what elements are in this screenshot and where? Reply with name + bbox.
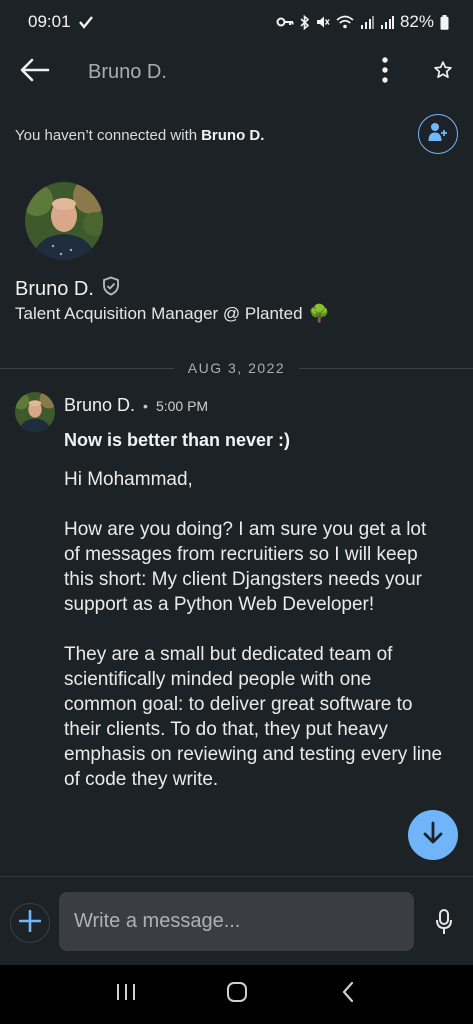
recent-apps-icon <box>115 983 137 1006</box>
recent-apps-button[interactable] <box>101 975 151 1015</box>
microphone-icon <box>435 908 453 940</box>
message-paragraph: They are a small but dedicated team of s… <box>64 644 443 790</box>
profile-headline-text: Talent Acquisition Manager @ Planted <box>15 304 303 323</box>
connect-banner-name: Bruno D. <box>201 126 265 144</box>
profile-avatar[interactable] <box>25 182 103 260</box>
signal-icon <box>380 15 394 29</box>
key-icon <box>276 16 294 28</box>
signal-icon <box>360 15 374 29</box>
status-bar: 09:01 82% <box>0 0 473 44</box>
more-options-button[interactable] <box>368 52 402 92</box>
profile-name[interactable]: Bruno D. <box>15 278 94 301</box>
message-sender-name[interactable]: Bruno D. <box>64 395 135 416</box>
scroll-to-bottom-button[interactable] <box>408 810 458 860</box>
status-time: 09:01 <box>28 12 71 31</box>
message-composer <box>0 876 473 965</box>
message-separator: • <box>143 397 148 414</box>
home-icon <box>226 981 248 1008</box>
chevron-left-icon <box>341 981 355 1008</box>
star-outline-icon <box>433 60 453 85</box>
more-vertical-icon <box>382 56 388 88</box>
message-body: Hi Mohammad, How are you doing? I am sur… <box>64 467 444 817</box>
arrow-left-icon <box>20 58 50 87</box>
shield-check-icon <box>102 276 120 302</box>
message-sender-avatar[interactable] <box>15 392 55 432</box>
star-button[interactable] <box>426 52 460 92</box>
message-input[interactable] <box>59 892 414 951</box>
battery-icon <box>440 14 449 30</box>
message-header: Bruno D. • 5:00 PM <box>64 395 208 416</box>
message-paragraph: How are you doing? I am sure you get a l… <box>64 519 427 615</box>
profile-name-row: Bruno D. <box>15 276 120 302</box>
app-bar: Bruno D. <box>0 44 473 100</box>
mute-icon <box>316 15 330 29</box>
message-paragraph: Hi Mohammad, <box>64 469 193 490</box>
back-button[interactable] <box>0 44 70 100</box>
home-button[interactable] <box>212 975 262 1015</box>
system-nav-bar <box>0 965 473 1024</box>
connect-banner: You haven’t connected with Bruno D. <box>0 108 473 162</box>
profile-headline: Talent Acquisition Manager @ Planted 🌳 <box>15 304 330 324</box>
message-subject: Now is better than never :) <box>64 430 291 450</box>
message-time: 5:00 PM <box>155 397 209 414</box>
nav-check-icon <box>78 15 93 29</box>
connect-banner-text: You haven’t connected with <box>15 126 198 144</box>
plus-icon <box>18 909 42 937</box>
connect-button[interactable] <box>418 114 458 154</box>
system-back-button[interactable] <box>323 975 373 1015</box>
date-divider: AUG 3, 2022 <box>0 356 473 380</box>
add-person-icon <box>427 121 449 148</box>
date-label: AUG 3, 2022 <box>187 360 286 376</box>
voice-message-button[interactable] <box>430 907 458 941</box>
battery-percent: 82% <box>399 12 434 31</box>
tree-emoji: 🌳 <box>308 304 330 323</box>
arrow-down-icon <box>422 821 444 850</box>
conversation-title[interactable]: Bruno D. <box>88 61 167 84</box>
attach-button[interactable] <box>10 903 50 943</box>
bluetooth-icon <box>300 14 310 30</box>
wifi-icon <box>336 15 354 29</box>
